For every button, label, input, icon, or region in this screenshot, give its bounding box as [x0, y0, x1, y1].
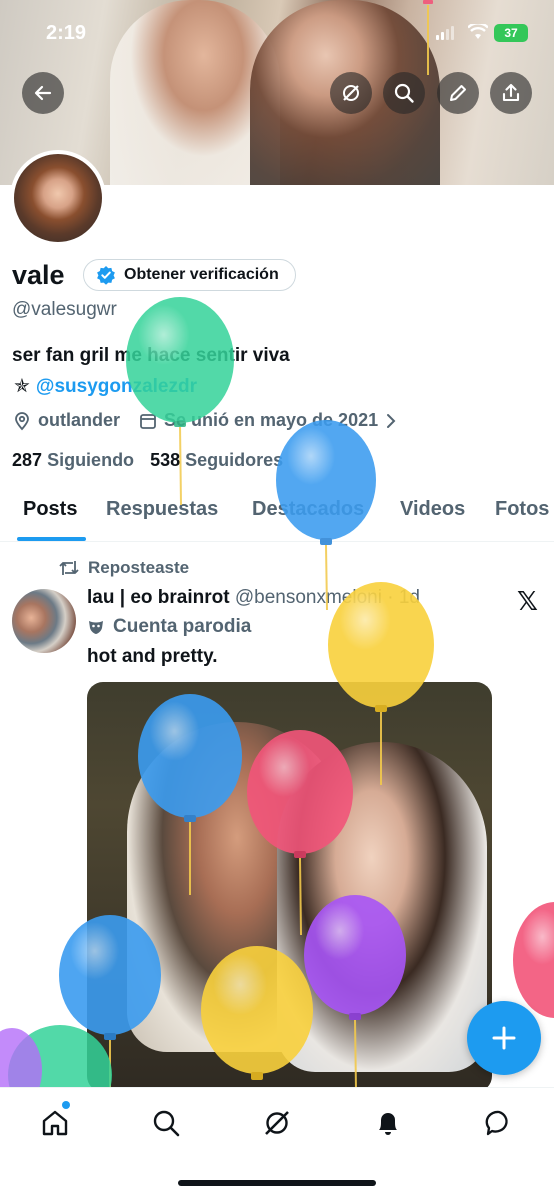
tab-photos[interactable]: Fotos: [495, 498, 549, 521]
x-logo-icon: 𝕏: [517, 586, 538, 616]
tab-highlights[interactable]: Destacados: [252, 498, 364, 521]
following-link[interactable]: 287 Siguiendo: [12, 450, 134, 471]
profile-tabs: Posts Respuestas Destacados Videos Fotos: [0, 488, 554, 542]
location-text: outlander: [38, 410, 121, 430]
search-icon: [394, 83, 414, 103]
search-button[interactable]: [383, 72, 425, 114]
calendar-icon: [140, 413, 156, 429]
share-button[interactable]: [490, 72, 532, 114]
grok-button[interactable]: [330, 72, 372, 114]
status-time: 2:19: [46, 22, 87, 44]
tab-replies[interactable]: Respuestas: [106, 498, 218, 521]
post-image[interactable]: [87, 682, 492, 1092]
bio-text: ser fan gril me hace sentir viva: [12, 345, 290, 366]
home-indicator: [178, 1180, 376, 1186]
get-verified-button[interactable]: Obtener verificación: [83, 259, 296, 291]
nav-search[interactable]: [149, 1106, 183, 1140]
wifi-icon: [468, 24, 488, 39]
search-icon: [153, 1110, 180, 1137]
following-count: 287: [12, 450, 43, 470]
notification-dot: [62, 1101, 70, 1109]
star-symbol: ✯: [14, 376, 30, 397]
back-button[interactable]: [22, 72, 64, 114]
get-verified-label: Obtener verificación: [124, 266, 279, 283]
profile-avatar[interactable]: [10, 150, 106, 246]
edit-button[interactable]: [437, 72, 479, 114]
post-author-avatar[interactable]: [12, 589, 76, 653]
nav-home[interactable]: [38, 1106, 72, 1140]
bio-mention-link[interactable]: @susygonzalezdr: [36, 376, 197, 398]
parody-label: Cuenta parodia: [113, 616, 252, 637]
chevron-right-icon[interactable]: [384, 413, 398, 429]
parody-mask-icon: [89, 621, 103, 634]
post-image-figure: [277, 742, 487, 1072]
followers-count: 538: [150, 450, 181, 470]
status-bar: 2:19 37: [0, 22, 554, 46]
compose-button[interactable]: [467, 1001, 541, 1075]
messages-icon: [485, 1110, 508, 1136]
post-author-handle[interactable]: @bensonxmeloni: [235, 587, 382, 608]
nav-grok[interactable]: [260, 1106, 294, 1140]
post-author-name[interactable]: lau | eo brainrot: [87, 587, 230, 608]
plus-icon: [492, 1026, 516, 1050]
nav-messages[interactable]: [482, 1106, 516, 1140]
followers-label: Seguidores: [185, 450, 284, 470]
repost-icon: [59, 561, 79, 575]
back-icon: [34, 85, 52, 101]
post-header: lau | eo brainrot @bensonxmeloni · 1d: [87, 587, 420, 609]
following-label: Siguiendo: [47, 450, 135, 470]
profile-meta: outlander Se unió en mayo de 2021: [12, 410, 398, 431]
followers-link[interactable]: 538 Seguidores: [150, 450, 283, 471]
tab-posts[interactable]: Posts: [23, 498, 77, 521]
post-text: hot and pretty.: [87, 646, 218, 667]
repost-indicator: Reposteaste: [58, 558, 189, 578]
grok-icon: [265, 1111, 289, 1135]
tab-videos[interactable]: Videos: [400, 498, 465, 521]
home-icon: [42, 1110, 68, 1136]
grok-icon: [343, 85, 359, 101]
post-time: · 1d: [387, 587, 420, 608]
active-tab-indicator: [17, 537, 86, 541]
notifications-icon: [379, 1113, 397, 1135]
bio-line-2: ✯ @susygonzalezdr: [14, 375, 197, 398]
repost-label: Reposteaste: [88, 558, 190, 577]
parody-label-row: Cuenta parodia: [87, 616, 251, 638]
edit-icon: [450, 85, 466, 101]
joined-date: Se unió en mayo de 2021: [164, 410, 379, 430]
share-icon: [502, 83, 520, 102]
balloon-green: [126, 297, 234, 506]
signal-icon: [436, 26, 454, 40]
verified-badge-icon: [97, 266, 115, 285]
balloon-pink: [513, 902, 554, 1018]
battery-indicator: 37: [494, 24, 528, 42]
follow-stats: 287 Siguiendo 538 Seguidores: [12, 450, 283, 471]
location-icon: [15, 411, 29, 430]
nav-notifications[interactable]: [371, 1106, 405, 1140]
profile-handle: @valesugwr: [12, 299, 117, 320]
profile-name: vale: [12, 260, 65, 290]
